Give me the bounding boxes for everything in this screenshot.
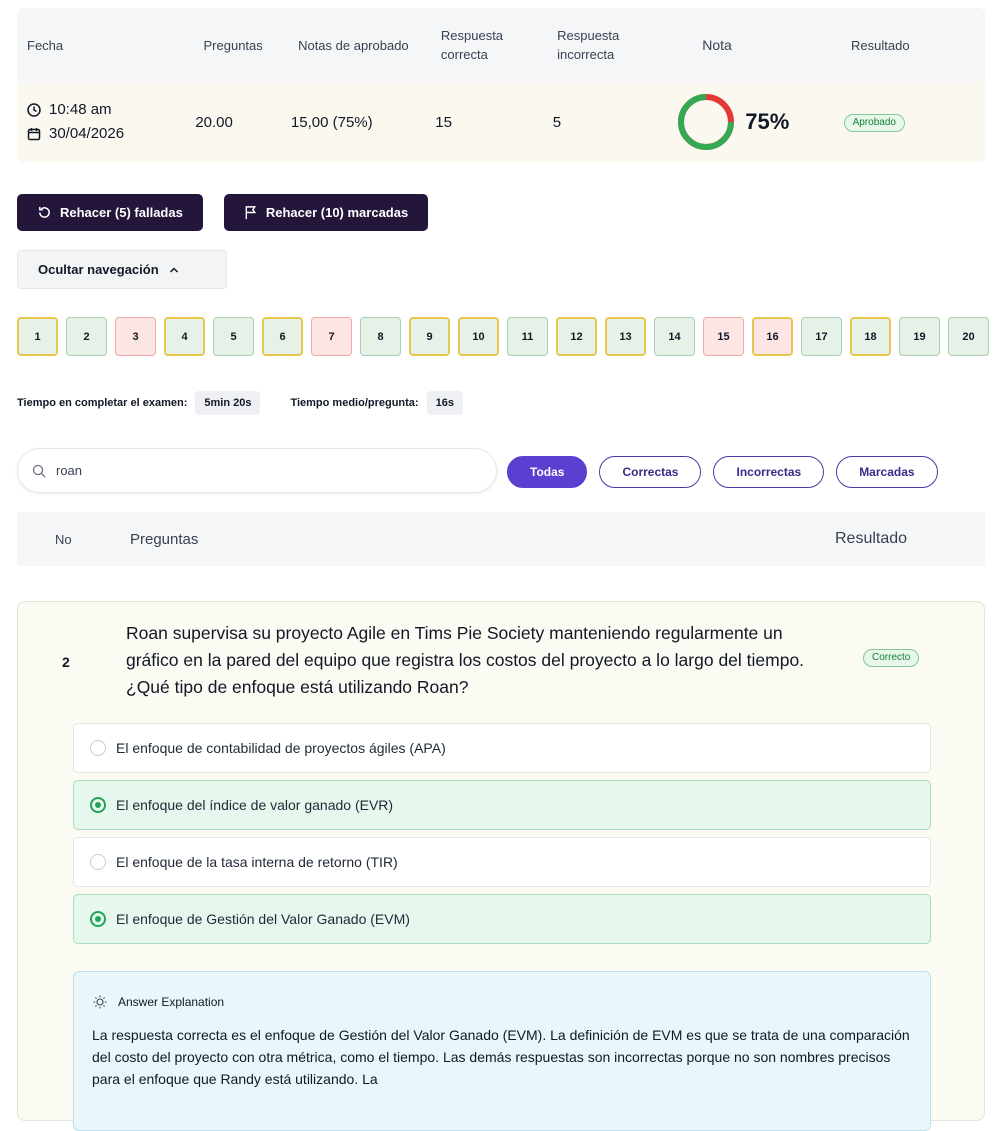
question-number: 2 <box>62 654 70 670</box>
results-page: Fecha Preguntas Notas de aprobado Respue… <box>17 8 989 1131</box>
answer-option-text: El enfoque del índice de valor ganado (E… <box>116 797 394 813</box>
preguntas-value: 20.00 <box>195 113 233 131</box>
date-line: 30/04/2026 <box>27 122 191 146</box>
header-preguntas: Preguntas <box>203 37 263 53</box>
retry-failed-button[interactable]: Rehacer (5) falladas <box>17 194 203 231</box>
lightbulb-icon <box>93 995 107 1009</box>
explanation-text: La respuesta correcta es el enfoque de G… <box>92 1027 910 1087</box>
total-time-value: 5min 20s <box>195 391 261 415</box>
resultado-cell: Aprobado <box>843 112 985 132</box>
flag-icon <box>245 206 256 220</box>
incorrectas-value: 5 <box>552 113 562 131</box>
question-navigation: 1 2 3 4 5 6 7 8 9 10 11 12 13 14 15 16 17 18 19 20 <box>17 317 989 356</box>
avg-time-label: Tiempo medio/pregunta: <box>290 397 419 409</box>
avg-time-value: 16s <box>426 391 463 415</box>
question-text: Roan supervisa su proyecto Agile en Tims… <box>126 623 805 697</box>
retry-failed-label: Rehacer (5) falladas <box>60 205 183 220</box>
question-nav-item-19[interactable]: 19 <box>899 317 940 356</box>
question-nav-item-3[interactable]: 3 <box>115 317 156 356</box>
answer-option-text: El enfoque de la tasa interna de retorno… <box>116 854 398 870</box>
filter-incorrectas[interactable]: Incorrectas <box>713 456 825 488</box>
notas-aprobado-value: 15,00 (75%) <box>290 113 373 131</box>
header-fecha: Fecha <box>27 37 64 53</box>
summary-row: 10:48 am 30/04/2026 20.00 15,00 (75%) 15… <box>17 82 985 162</box>
search-icon <box>32 464 46 477</box>
header-notas-aprobado: Notas de aprobado <box>298 37 409 53</box>
question-nav-item-14[interactable]: 14 <box>654 317 695 356</box>
list-header-preguntas: Preguntas <box>130 530 199 548</box>
clock-icon <box>27 103 41 117</box>
question-nav-item-17[interactable]: 17 <box>801 317 842 356</box>
status-badge: Aprobado <box>843 114 905 132</box>
question-nav-item-11[interactable]: 11 <box>507 317 548 356</box>
date-time-cell: 10:48 am 30/04/2026 <box>17 98 191 146</box>
question-nav-item-18[interactable]: 18 <box>850 317 891 356</box>
question-card[interactable]: 2 Roan supervisa su proyecto Agile en Ti… <box>17 601 985 1131</box>
question-nav-item-5[interactable]: 5 <box>213 317 254 356</box>
radio-icon <box>90 854 106 870</box>
answer-explanation: Answer Explanation La respuesta correcta… <box>73 971 931 1131</box>
question-nav-item-9[interactable]: 9 <box>409 317 450 356</box>
explanation-title: Answer Explanation <box>118 995 225 1009</box>
question-nav-item-6[interactable]: 6 <box>262 317 303 356</box>
answer-option[interactable]: El enfoque del índice de valor ganado (E… <box>73 780 931 830</box>
question-nav-item-12[interactable]: 12 <box>556 317 597 356</box>
total-time-label: Tiempo en completar el examen: <box>17 397 188 409</box>
summary-table: Fecha Preguntas Notas de aprobado Respue… <box>17 8 985 162</box>
question-nav-item-2[interactable]: 2 <box>66 317 107 356</box>
questions-list-header: No Preguntas Resultado <box>17 512 985 566</box>
answer-option[interactable]: El enfoque de la tasa interna de retorno… <box>73 837 931 887</box>
question-nav-item-13[interactable]: 13 <box>605 317 646 356</box>
retry-marked-button[interactable]: Rehacer (10) marcadas <box>223 194 429 231</box>
header-nota: Nota <box>702 37 732 53</box>
question-nav-item-8[interactable]: 8 <box>360 317 401 356</box>
answer-option-text: El enfoque de Gestión del Valor Ganado (… <box>116 911 410 927</box>
answer-option[interactable]: El enfoque de Gestión del Valor Ganado (… <box>73 894 931 944</box>
radio-icon <box>90 911 106 927</box>
header-respuesta-incorrecta: Respuesta incorrecta <box>557 28 620 62</box>
filter-pills: Todas Correctas Incorrectas Marcadas <box>507 456 938 488</box>
exam-time: 10:48 am <box>49 101 112 118</box>
question-nav-item-15[interactable]: 15 <box>703 317 744 356</box>
toggle-navigation-label: Ocultar navegación <box>38 262 159 277</box>
question-nav-item-7[interactable]: 7 <box>311 317 352 356</box>
answer-option-text: El enfoque de contabilidad de proyectos … <box>116 740 446 756</box>
question-nav-item-16[interactable]: 16 <box>752 317 793 356</box>
retry-icon <box>39 206 50 218</box>
time-line: 10:48 am <box>27 98 191 122</box>
correctas-value: 15 <box>435 113 452 131</box>
radio-icon <box>90 740 106 756</box>
search-box <box>17 448 497 493</box>
question-nav-item-1[interactable]: 1 <box>17 317 58 356</box>
summary-header: Fecha Preguntas Notas de aprobado Respue… <box>17 8 985 82</box>
header-respuesta-correcta: Respuesta correcta <box>440 28 504 62</box>
score-donut <box>678 94 735 150</box>
list-header-resultado: Resultado <box>835 530 908 547</box>
answer-option[interactable]: El enfoque de contabilidad de proyectos … <box>73 723 931 773</box>
toggle-navigation-button[interactable]: Ocultar navegación <box>17 250 227 289</box>
retake-actions: Rehacer (5) falladas Rehacer (10) marcad… <box>17 194 429 231</box>
filter-todas[interactable]: Todas <box>507 456 588 488</box>
chevron-up-icon <box>169 266 178 273</box>
time-stats: Tiempo en completar el examen: 5min 20s … <box>17 391 463 415</box>
filter-marcadas[interactable]: Marcadas <box>836 456 938 488</box>
list-header-no: No <box>55 531 72 547</box>
explanation-header: Answer Explanation <box>92 994 912 1010</box>
header-resultado: Resultado <box>851 37 910 53</box>
search-input[interactable] <box>54 462 458 479</box>
question-nav-item-10[interactable]: 10 <box>458 317 499 356</box>
calendar-icon <box>27 128 41 141</box>
nota-cell: 75% <box>677 93 843 151</box>
exam-date: 30/04/2026 <box>49 125 125 142</box>
nota-percent: 75% <box>745 109 790 134</box>
question-result: Correcto <box>863 647 920 667</box>
filter-correctas[interactable]: Correctas <box>599 456 702 488</box>
retry-marked-label: Rehacer (10) marcadas <box>265 205 409 220</box>
question-nav-item-20[interactable]: 20 <box>948 317 989 356</box>
question-nav-item-4[interactable]: 4 <box>164 317 205 356</box>
result-badge: Correcto <box>863 649 920 667</box>
radio-icon <box>90 797 106 813</box>
